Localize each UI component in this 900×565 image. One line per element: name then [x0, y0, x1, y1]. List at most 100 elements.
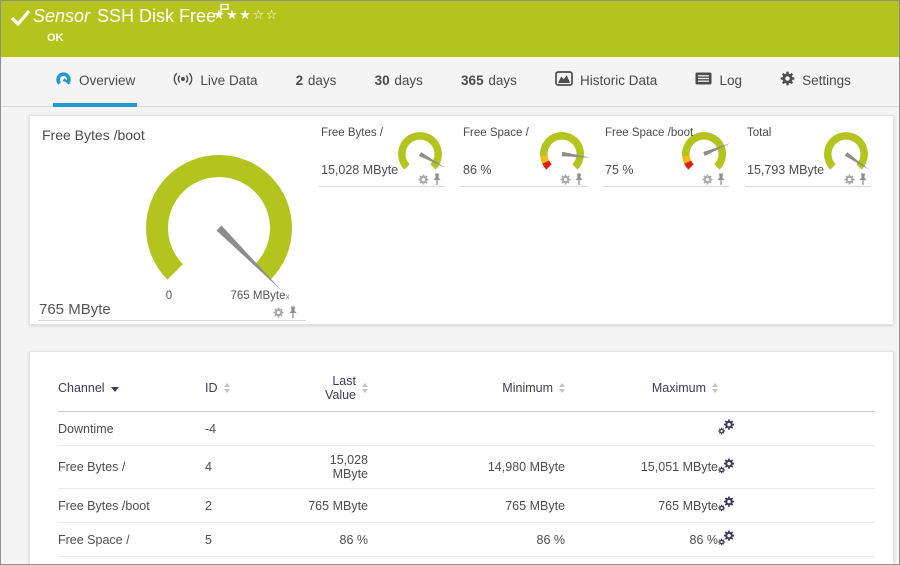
- column-header-channel[interactable]: Channel: [58, 366, 205, 412]
- gauge-scale-max: 765 MByte: [231, 290, 286, 302]
- column-header-actions: [718, 366, 875, 412]
- live-icon: [173, 72, 193, 89]
- mini-gauge-total-pin-icon[interactable]: [858, 173, 868, 186]
- channel-row-downtime[interactable]: Downtime-4: [58, 412, 875, 446]
- tab-label: Settings: [802, 73, 851, 88]
- mini-gauge-value: 15,028 MByte: [321, 163, 398, 177]
- cell-last-value: [300, 412, 368, 446]
- cell-channel: Downtime: [58, 412, 205, 446]
- cell-maximum: 86 %: [565, 523, 718, 557]
- cell-minimum: 86 %: [368, 523, 565, 557]
- status-ok-check-icon: [10, 9, 31, 31]
- cell-id: 5: [205, 523, 300, 557]
- sensor-header: Sensor SSH Disk Free ★★★☆☆ OK: [1, 1, 899, 57]
- primary-gauge-settings-gear-icon[interactable]: [273, 307, 284, 318]
- page-title: SSH Disk Free: [97, 6, 216, 27]
- cell-id: 3: [205, 557, 300, 565]
- mini-gauge-value: 86 %: [463, 163, 492, 177]
- mini-gauge-free-space-boot-pin-icon[interactable]: [716, 173, 726, 186]
- column-header-maximum[interactable]: Maximum: [565, 366, 718, 412]
- cell-last-value: 75 %: [300, 557, 368, 565]
- tab-bar: Overview Live Data 2 days 30 days 365 days Hi…: [1, 57, 899, 107]
- channel-settings-icon[interactable]: [718, 419, 735, 435]
- column-label: ID: [205, 381, 218, 395]
- mini-gauge-free-bytes-pin-icon[interactable]: [432, 173, 442, 186]
- tab-label: Overview: [79, 73, 135, 88]
- cell-last-value: 15,028 MByte: [300, 446, 368, 489]
- priority-star-rating[interactable]: ★★★☆☆: [213, 7, 279, 23]
- tab-overview[interactable]: Overview: [53, 57, 137, 107]
- mini-gauge-free-bytes-settings-gear-icon[interactable]: [418, 174, 429, 185]
- mini-gauge-title: Free Space /: [463, 127, 529, 139]
- divider: [461, 186, 587, 187]
- tab-label: 2 days: [296, 73, 337, 88]
- gauges-panel: Free Bytes /boot x 0 765 MByte 765 MByte…: [29, 115, 894, 325]
- tab-365-days[interactable]: 365 days: [459, 57, 519, 107]
- cell-last-value: 86 %: [300, 523, 368, 557]
- tab-log[interactable]: Log: [693, 57, 744, 107]
- tab-label: Historic Data: [580, 73, 657, 88]
- cell-channel: Free Bytes /: [58, 446, 205, 489]
- cell-maximum: [565, 412, 718, 446]
- tab-settings[interactable]: Settings: [778, 57, 853, 107]
- mini-gauge-total-settings-gear-icon[interactable]: [844, 174, 855, 185]
- tab-label: 365 days: [461, 73, 517, 88]
- cell-minimum: 765 MByte: [368, 489, 565, 523]
- mini-gauge-title: Total: [747, 127, 771, 139]
- primary-gauge: Free Bytes /boot x 0 765 MByte 765 MByte: [30, 116, 315, 324]
- channel-row-free-space[interactable]: Free Space /586 %86 %86 %: [58, 523, 875, 557]
- column-label: Channel: [58, 381, 105, 395]
- cell-maximum: 15,051 MByte: [565, 446, 718, 489]
- cell-channel: Free Space /boot: [58, 557, 205, 565]
- channel-settings-icon[interactable]: [718, 530, 735, 546]
- mini-gauge-title: Free Bytes /: [321, 127, 383, 139]
- log-icon: [695, 72, 712, 88]
- tab-historic-data[interactable]: Historic Data: [553, 57, 659, 107]
- gear-icon: [780, 71, 795, 89]
- mini-gauge-free-space-pin-icon[interactable]: [574, 173, 584, 186]
- primary-gauge-pin-icon[interactable]: [288, 306, 298, 319]
- cell-minimum: [368, 412, 565, 446]
- divider: [319, 186, 445, 187]
- cell-last-value: 765 MByte: [300, 489, 368, 523]
- channel-settings-icon[interactable]: [718, 458, 735, 474]
- channel-row-free-bytes[interactable]: Free Bytes /415,028 MByte14,980 MByte15,…: [58, 446, 875, 489]
- mini-gauge-value: 15,793 MByte: [747, 163, 824, 177]
- mini-gauge-title: Free Space /boot: [605, 127, 693, 139]
- cell-maximum: 75 %: [565, 557, 718, 565]
- channel-row-free-space-boot[interactable]: Free Space /boot375 %75 %75 %: [58, 557, 875, 565]
- sort-arrows-icon[interactable]: [362, 383, 368, 393]
- object-kind-label: Sensor: [33, 6, 90, 27]
- tab-label: Log: [719, 73, 742, 88]
- cell-minimum: 75 %: [368, 557, 565, 565]
- column-header-id[interactable]: ID: [205, 366, 300, 412]
- mini-gauge-free-space-boot-settings-gear-icon[interactable]: [702, 174, 713, 185]
- gauge-icon: [55, 71, 72, 90]
- svg-text:x: x: [285, 292, 290, 300]
- tab-label: Live Data: [200, 73, 257, 88]
- channel-settings-icon[interactable]: [718, 496, 735, 512]
- tab-label: 30 days: [375, 73, 423, 88]
- channel-row-free-bytes-boot[interactable]: Free Bytes /boot2765 MByte765 MByte765 M…: [58, 489, 875, 523]
- sort-arrows-icon[interactable]: [712, 383, 718, 393]
- mini-gauge-free-space-settings-gear-icon[interactable]: [560, 174, 571, 185]
- column-header-minimum[interactable]: Minimum: [368, 366, 565, 412]
- cell-id: -4: [205, 412, 300, 446]
- sort-desc-icon[interactable]: [111, 387, 119, 392]
- cell-channel: Free Space /: [58, 523, 205, 557]
- primary-gauge-value: 765 MByte: [39, 301, 111, 318]
- primary-gauge-dial: x: [129, 140, 311, 305]
- divider: [603, 186, 729, 187]
- column-header-last-value[interactable]: Last Value: [300, 366, 368, 412]
- chart-icon: [555, 71, 573, 89]
- tab-30-days[interactable]: 30 days: [373, 57, 425, 107]
- divider: [38, 320, 306, 321]
- sensor-page: Sensor SSH Disk Free ★★★☆☆ OK Overview Li…: [0, 0, 900, 565]
- sort-arrows-icon[interactable]: [224, 383, 230, 393]
- column-label: Minimum: [502, 381, 553, 395]
- tab-2-days[interactable]: 2 days: [294, 57, 339, 107]
- channels-table: Channel ID Last Value Minimum Maximum Downti…: [58, 366, 875, 565]
- sort-arrows-icon[interactable]: [559, 383, 565, 393]
- cell-channel: Free Bytes /boot: [58, 489, 205, 523]
- tab-live-data[interactable]: Live Data: [171, 57, 259, 107]
